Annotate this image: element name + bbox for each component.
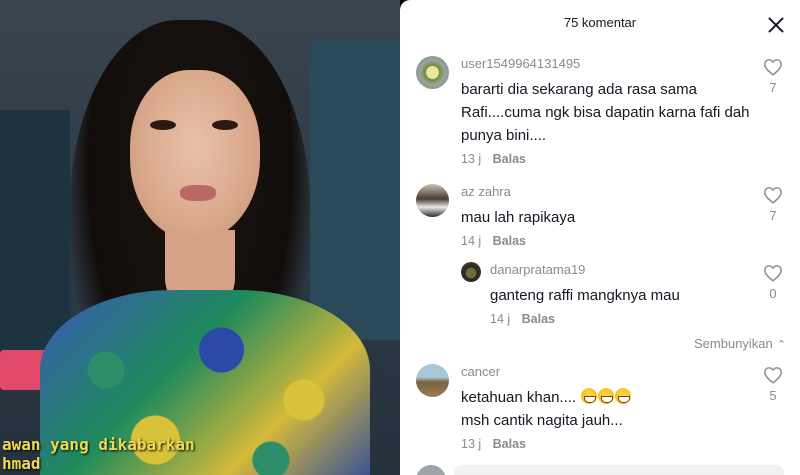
grinning-face-emoji	[615, 388, 632, 404]
comment-text-line: bararti dia sekarang ada rasa sama	[461, 81, 697, 98]
comment-username[interactable]: az zahra	[461, 184, 756, 200]
reply-button[interactable]: Balas	[522, 312, 555, 326]
like-count: 5	[769, 388, 777, 403]
video-caption: awan yang dikabarkan hmad	[0, 435, 400, 475]
person-face	[130, 70, 260, 240]
comment-text-line: mau lah rapikaya	[461, 209, 576, 226]
close-icon[interactable]	[768, 17, 784, 33]
heart-outline-icon[interactable]	[763, 366, 783, 384]
avatar[interactable]	[416, 184, 449, 217]
comment-meta: 14 j Balas	[461, 234, 756, 248]
reply-button[interactable]: Balas	[493, 234, 526, 248]
comment-text-line: punya bini....	[461, 127, 547, 144]
caption-line: awan yang dikabarkan	[2, 435, 195, 454]
background-panel	[310, 40, 400, 340]
like-control: 7	[762, 58, 784, 95]
heart-outline-icon[interactable]	[763, 264, 783, 282]
chevron-up-icon: ⌃	[776, 339, 786, 351]
like-control: 5	[762, 366, 784, 403]
avatar	[416, 465, 446, 475]
comment-count-title: 75 komentar	[563, 15, 637, 30]
like-count: 0	[769, 286, 777, 301]
grinning-face-emoji	[598, 388, 615, 404]
comment-text: ketahuan khan.... msh cantik nagita jauh…	[461, 386, 756, 432]
reply-button[interactable]: Balas	[493, 152, 526, 166]
comment-text-line: ketahuan khan....	[461, 386, 756, 409]
heart-outline-icon[interactable]	[763, 186, 783, 204]
like-control: 0	[762, 264, 784, 301]
panel-header: 75 komentar	[400, 0, 800, 44]
comment-username[interactable]: user1549964131495	[461, 56, 756, 72]
person-eye	[212, 120, 238, 130]
comment-input[interactable]	[454, 465, 784, 475]
comment-time: 14 j	[461, 234, 482, 248]
avatar[interactable]	[416, 56, 449, 89]
hide-replies-label: Sembunyikan	[694, 336, 773, 351]
comment-meta: 14 j Balas	[490, 312, 785, 326]
comment-meta: 13 j Balas	[461, 437, 756, 451]
like-count: 7	[769, 208, 777, 223]
video-player[interactable]: awan yang dikabarkan hmad	[0, 0, 400, 475]
reply-button[interactable]: Balas	[493, 437, 526, 451]
like-count: 7	[769, 80, 777, 95]
comment-text: mau lah rapikaya	[461, 206, 756, 229]
comment-username[interactable]: cancer	[461, 364, 756, 380]
caption-line: hmad	[2, 454, 41, 473]
grinning-face-emoji	[581, 388, 598, 404]
hide-replies-button[interactable]: Sembunyikan ⌃	[694, 336, 786, 351]
avatar[interactable]	[461, 262, 481, 282]
person-eye	[150, 120, 176, 130]
comment-time: 13 j	[461, 437, 482, 451]
comment-time: 14 j	[490, 312, 511, 326]
avatar[interactable]	[416, 364, 449, 397]
comment-text: bararti dia sekarang ada rasa sama Rafi.…	[461, 78, 756, 147]
comment-text-line: msh cantik nagita jauh...	[461, 412, 623, 429]
person-mouth	[180, 185, 216, 201]
comments-panel: 75 komentar user1549964131495 bararti di…	[400, 0, 800, 475]
comment-text-line: ganteng raffi mangknya mau	[490, 287, 680, 304]
comment-input-bar	[400, 461, 800, 475]
background-panel	[0, 110, 70, 350]
like-control: 7	[762, 186, 784, 223]
comment-text-line: Rafi....cuma ngk bisa dapatin karna fafi…	[461, 104, 750, 121]
comment-username[interactable]: danarpratama19	[490, 262, 785, 278]
comment-text: ganteng raffi mangknya mau	[490, 284, 785, 307]
comment-meta: 13 j Balas	[461, 152, 756, 166]
heart-outline-icon[interactable]	[763, 58, 783, 76]
comment-time: 13 j	[461, 152, 482, 166]
